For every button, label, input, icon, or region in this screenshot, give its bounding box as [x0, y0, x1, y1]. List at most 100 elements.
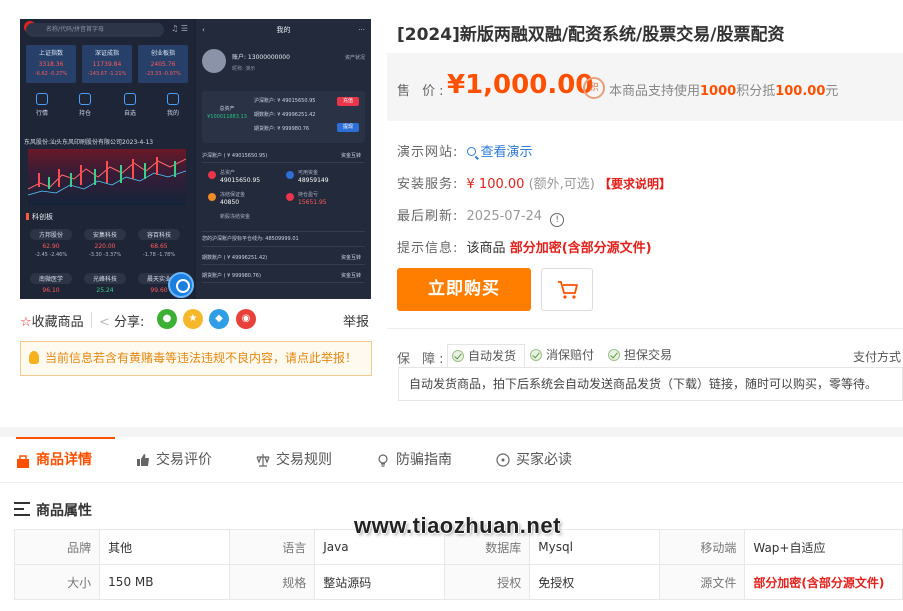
preview-screen-market: 名称/代码/拼音首字母 ♫ ☰ 上证指数 3318.36 -6.62 -0.27… — [20, 19, 194, 299]
points-icon: 积 — [583, 77, 605, 99]
preview-stock: 光峰科技 25.24 — [84, 273, 126, 294]
hint-row: 提示信息: 该商品 部分加密(含部分源文件) — [397, 241, 652, 256]
qq-icon[interactable]: ◆ — [209, 309, 229, 329]
preview-stock: 安集科技 220.00 -3.30 -3.37% — [84, 229, 126, 258]
price-box: 售 价: ¥1,000.00 积 本商品支持使用1000积分抵100.00元 — [387, 53, 903, 121]
check-icon — [452, 350, 464, 362]
preview-section: 期货账户 ( ¥ 999980.76) 资金互转 — [202, 269, 365, 283]
preview-nav-item: 持仓 — [70, 93, 100, 117]
page: 名称/代码/拼音首字母 ♫ ☰ 上证指数 3318.36 -6.62 -0.27… — [0, 0, 903, 611]
attributes-table: 品牌 其他 语言 Java 数据库 Mysql 移动端 Wap+自适应 大小 1… — [13, 529, 903, 600]
add-to-cart-button[interactable] — [541, 268, 593, 311]
view-demo-link[interactable]: 查看演示 — [466, 145, 533, 160]
preview-stock: 容百科技 68.65 -1.78 -1.78% — [138, 229, 180, 258]
preview-section: 沪深账户 ( ¥ 49015650.95) 资金互转 — [202, 149, 365, 163]
guarantee-compensation[interactable]: 消保赔付 — [526, 344, 594, 368]
attributes-title: 商品属性 — [14, 500, 92, 520]
lightbulb-icon — [29, 351, 39, 364]
preview-recharge-button: 充值 — [337, 97, 359, 106]
details-icon — [17, 455, 29, 468]
guarantee-escrow[interactable]: 担保交易 — [604, 344, 672, 368]
install-row: 安装服务: ¥ 100.00 (额外,可选) 【要求说明】 — [397, 177, 671, 192]
points-info: 本商品支持使用1000积分抵100.00元 — [609, 84, 839, 99]
holdings-icon — [79, 93, 91, 105]
preview-header: ‹ 我的 ··· — [196, 19, 371, 41]
info-icon[interactable]: ! — [550, 213, 565, 227]
pay-method-link[interactable]: 支付方式 — [853, 348, 901, 365]
star-icon: ☆ — [20, 315, 32, 330]
price-label: 售 价: — [397, 84, 448, 99]
demo-row: 演示网站: 查看演示 — [397, 145, 533, 160]
encryption-hint: 部分加密(含部分源文件) — [509, 241, 652, 256]
detail-tabs: 商品详情 交易评价 交易规则 防骗指南 买家必读 — [0, 437, 903, 483]
refresh-date: 2025-07-24 — [466, 209, 543, 224]
market-icon — [36, 93, 48, 105]
preview-nav-item: 我的 — [158, 93, 188, 117]
watchlist-icon — [124, 93, 136, 105]
cart-icon — [558, 281, 578, 299]
site-watermark: www.tiaozhuan.net — [354, 513, 561, 538]
product-preview-image[interactable]: 名称/代码/拼音首字母 ♫ ☰ 上证指数 3318.36 -6.62 -0.27… — [20, 19, 371, 299]
table-row: 大小 150 MB 规格 整站源码 授权 免授权 源文件 部分加密(含部分源文件… — [13, 564, 903, 600]
tab-buyer-notes[interactable]: 买家必读 — [496, 437, 572, 483]
report-notice[interactable]: 当前信息若含有黄赌毒等违法违规不良内容，请点此举报！ — [20, 341, 372, 376]
avatar — [202, 49, 226, 73]
customer-service-icon — [168, 272, 194, 298]
buy-now-button[interactable]: 立即购买 — [397, 268, 531, 311]
guarantee-label: 保 障: — [397, 352, 448, 367]
index-card: 创业板指 2405.76 -23.33 -0.97% — [138, 45, 188, 83]
index-card: 深证成指 11739.84 -143.67 -1.21% — [82, 45, 132, 83]
tab-trade-rules[interactable]: 交易规则 — [256, 437, 332, 483]
weibo-icon[interactable]: ◉ — [236, 309, 256, 329]
divider — [91, 312, 92, 328]
product-title: [2024]新版两融双融/配资系统/股票交易/股票配资 — [397, 25, 785, 45]
asset-dot-icon — [286, 171, 294, 179]
preview-nav-item: 自选 — [115, 93, 145, 117]
asset-dot-icon — [208, 171, 216, 179]
preview-total: 总资产 ¥100011883.13 — [207, 106, 247, 120]
preview-banner-chart — [27, 149, 187, 205]
search-icon — [466, 147, 476, 156]
scale-icon — [256, 454, 270, 467]
preview-withdraw-button: 提现 — [337, 123, 359, 132]
tab-reviews[interactable]: 交易评价 — [136, 437, 212, 483]
preview-limit: 您的沪深账户授标平仓线为: 48509999.01 — [202, 231, 365, 247]
check-icon — [530, 349, 542, 361]
product-price: ¥1,000.00 — [447, 70, 594, 100]
preview-top-icons: ♫ ☰ — [171, 24, 188, 33]
asset-dot-icon — [286, 193, 294, 201]
share-label: < 分享: — [99, 315, 145, 330]
favorite-button[interactable]: ☆收藏商品 — [20, 311, 84, 330]
preview-board-title: 科创板 — [26, 212, 53, 222]
bulb-icon — [378, 454, 388, 467]
preview-section: 期数账户 ( ¥ 49996251.42) 资金互转 — [202, 251, 365, 265]
back-icon: ‹ — [202, 26, 205, 34]
install-requirements-link[interactable]: 【要求说明】 — [599, 177, 671, 191]
preview-screen-account: ‹ 我的 ··· 账户: 13000000000 昵称: 演示 资产状况 总资产… — [196, 19, 371, 299]
list-icon — [14, 502, 30, 516]
preview-stock: 南微医学 96.10 — [30, 273, 72, 294]
compass-icon — [496, 453, 510, 467]
install-note: (额外,可选) — [528, 177, 595, 192]
guarantee-auto-delivery[interactable]: 自动发货 — [447, 344, 526, 368]
preview-stock: 方邦股份 62.90 -2.45 -2.46% — [30, 229, 72, 258]
report-link[interactable]: 举报 — [343, 311, 369, 330]
tab-anti-fraud[interactable]: 防骗指南 — [376, 437, 452, 483]
preview-asset-card: 总资产 ¥100011883.13 沪深账户: ¥ 49015650.95 期数… — [202, 91, 365, 143]
share-icon: < — [99, 315, 110, 330]
asset-dot-icon — [208, 193, 216, 201]
thumbs-up-icon — [137, 454, 149, 466]
preview-search-box: 名称/代码/拼音首字母 — [26, 23, 164, 37]
preview-status: 资产状况 — [344, 55, 365, 61]
profile-icon — [167, 93, 179, 105]
qzone-icon[interactable]: ★ — [183, 309, 203, 329]
refresh-row: 最后刷新: 2025-07-24 ! — [397, 205, 565, 227]
wechat-icon[interactable]: ● — [157, 309, 177, 329]
divider — [387, 328, 903, 329]
tab-product-details[interactable]: 商品详情 — [16, 437, 115, 483]
check-icon — [608, 349, 620, 361]
guarantee-description: 自动发货商品，拍下后系统会自动发送商品发货（下载）链接，随时可以购买，零等待。 — [398, 367, 903, 401]
preview-account: 账户: 13000000000 — [232, 54, 290, 61]
install-price: ¥ 100.00 — [466, 177, 525, 192]
section-separator — [0, 427, 903, 437]
